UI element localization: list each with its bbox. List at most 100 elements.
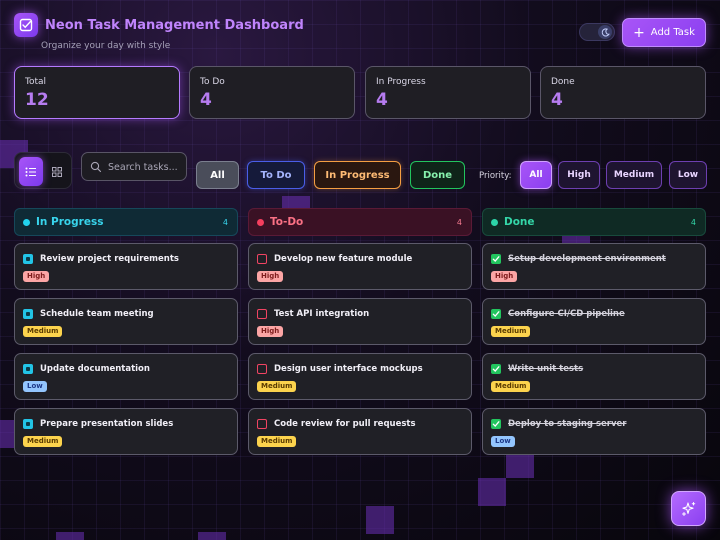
priority-badge: Medium bbox=[23, 326, 63, 337]
task-title: Deploy to staging server bbox=[508, 419, 627, 429]
task-card[interactable]: Design user interface mockups Medium bbox=[248, 353, 472, 400]
status-dot-icon bbox=[491, 218, 498, 226]
status-dot-icon bbox=[23, 218, 30, 226]
task-card[interactable]: Develop new feature module High bbox=[248, 243, 472, 290]
grid-icon bbox=[52, 166, 62, 177]
task-title: Prepare presentation slides bbox=[40, 419, 174, 429]
list-view-button[interactable] bbox=[19, 157, 43, 186]
stat-label: Total bbox=[25, 77, 47, 87]
stat-value: 4 bbox=[200, 90, 212, 110]
priority-medium-button[interactable]: Medium bbox=[606, 161, 662, 189]
check-icon bbox=[492, 366, 500, 372]
in-progress-checkbox[interactable] bbox=[23, 419, 33, 429]
in-progress-checkbox[interactable] bbox=[23, 309, 33, 319]
priority-badge: High bbox=[23, 271, 50, 282]
page-title: Neon Task Management Dashboard bbox=[45, 18, 304, 33]
task-title: Test API integration bbox=[274, 309, 370, 319]
background-glow-tile bbox=[56, 532, 84, 540]
done-checkbox[interactable] bbox=[491, 254, 501, 264]
task-title: Review project requirements bbox=[40, 254, 179, 264]
list-icon bbox=[25, 167, 36, 176]
check-icon bbox=[492, 421, 500, 427]
view-toggle bbox=[14, 152, 72, 189]
page-header: Neon Task Management Dashboard Organize … bbox=[14, 13, 706, 55]
search-input[interactable] bbox=[108, 158, 184, 176]
column-count: 4 bbox=[222, 218, 228, 227]
task-card[interactable]: Deploy to staging server Low bbox=[482, 408, 706, 455]
search-field[interactable] bbox=[81, 152, 187, 181]
grid-view-button[interactable] bbox=[45, 157, 69, 186]
stat-card-total: Total 12 bbox=[14, 66, 180, 119]
priority-all-button[interactable]: All bbox=[520, 161, 552, 189]
stat-card-done: Done 4 bbox=[540, 66, 706, 119]
todo-checkbox[interactable] bbox=[257, 419, 267, 429]
background-glow-tile bbox=[478, 478, 506, 506]
task-title: Configure CI/CD pipeline bbox=[508, 309, 625, 319]
stat-label: In Progress bbox=[376, 77, 426, 87]
background-glow-tile bbox=[198, 532, 226, 540]
done-checkbox[interactable] bbox=[491, 309, 501, 319]
task-card[interactable]: Review project requirements High bbox=[14, 243, 238, 290]
task-title: Write unit tests bbox=[508, 364, 584, 374]
task-title: Design user interface mockups bbox=[274, 364, 423, 374]
filter-in-progress-button[interactable]: In Progress bbox=[314, 161, 401, 189]
todo-checkbox[interactable] bbox=[257, 364, 267, 374]
filter-todo-button[interactable]: To Do bbox=[247, 161, 305, 189]
plus-icon: + bbox=[633, 24, 645, 41]
page-subtitle: Organize your day with style bbox=[41, 41, 171, 51]
priority-high-button[interactable]: High bbox=[558, 161, 600, 189]
sparkle-action-button[interactable] bbox=[671, 491, 706, 526]
task-card[interactable]: Configure CI/CD pipeline Medium bbox=[482, 298, 706, 345]
stat-value: 4 bbox=[551, 90, 563, 110]
task-card[interactable]: Test API integration High bbox=[248, 298, 472, 345]
priority-badge: High bbox=[257, 271, 284, 282]
column-header-in-progress: In Progress 4 bbox=[14, 208, 238, 236]
filter-all-button[interactable]: All bbox=[196, 161, 239, 189]
stat-value: 12 bbox=[25, 90, 49, 110]
stat-value: 4 bbox=[376, 90, 388, 110]
status-dot-icon bbox=[257, 218, 264, 226]
in-progress-checkbox[interactable] bbox=[23, 364, 33, 374]
column-header-todo: To-Do 4 bbox=[248, 208, 472, 236]
priority-badge: Medium bbox=[257, 381, 297, 392]
search-icon bbox=[90, 161, 102, 173]
sparkles-icon bbox=[681, 501, 695, 516]
stat-label: Done bbox=[551, 77, 575, 87]
priority-badge: Medium bbox=[491, 326, 531, 337]
task-card[interactable]: Schedule team meeting Medium bbox=[14, 298, 238, 345]
column-title: To-Do bbox=[270, 216, 304, 228]
filter-done-button[interactable]: Done bbox=[410, 161, 465, 189]
task-title: Schedule team meeting bbox=[40, 309, 154, 319]
task-title: Update documentation bbox=[40, 364, 150, 374]
priority-badge: High bbox=[257, 326, 284, 337]
task-title: Develop new feature module bbox=[274, 254, 413, 264]
priority-low-button[interactable]: Low bbox=[669, 161, 707, 189]
background-glow-tile bbox=[366, 506, 394, 534]
check-icon bbox=[492, 256, 500, 262]
column-title: In Progress bbox=[36, 216, 104, 228]
task-card[interactable]: Setup development environment High bbox=[482, 243, 706, 290]
theme-toggle[interactable] bbox=[579, 23, 615, 41]
in-progress-checkbox[interactable] bbox=[23, 254, 33, 264]
priority-badge: Medium bbox=[257, 436, 297, 447]
moon-icon bbox=[598, 25, 612, 39]
todo-checkbox[interactable] bbox=[257, 254, 267, 264]
task-card[interactable]: Update documentation Low bbox=[14, 353, 238, 400]
task-card[interactable]: Code review for pull requests Medium bbox=[248, 408, 472, 455]
checkbox-logo-icon bbox=[14, 13, 38, 37]
done-checkbox[interactable] bbox=[491, 364, 501, 374]
priority-badge: Low bbox=[23, 381, 47, 392]
add-task-button[interactable]: + Add Task bbox=[622, 18, 706, 47]
column-header-done: Done 4 bbox=[482, 208, 706, 236]
add-task-label: Add Task bbox=[650, 27, 695, 38]
task-title: Code review for pull requests bbox=[274, 419, 416, 429]
task-card[interactable]: Write unit tests Medium bbox=[482, 353, 706, 400]
priority-badge: Medium bbox=[491, 381, 531, 392]
task-card[interactable]: Prepare presentation slides Medium bbox=[14, 408, 238, 455]
column-count: 4 bbox=[690, 218, 696, 227]
todo-checkbox[interactable] bbox=[257, 309, 267, 319]
task-title: Setup development environment bbox=[508, 254, 666, 264]
priority-badge: Medium bbox=[23, 436, 63, 447]
priority-badge: High bbox=[491, 271, 518, 282]
done-checkbox[interactable] bbox=[491, 419, 501, 429]
